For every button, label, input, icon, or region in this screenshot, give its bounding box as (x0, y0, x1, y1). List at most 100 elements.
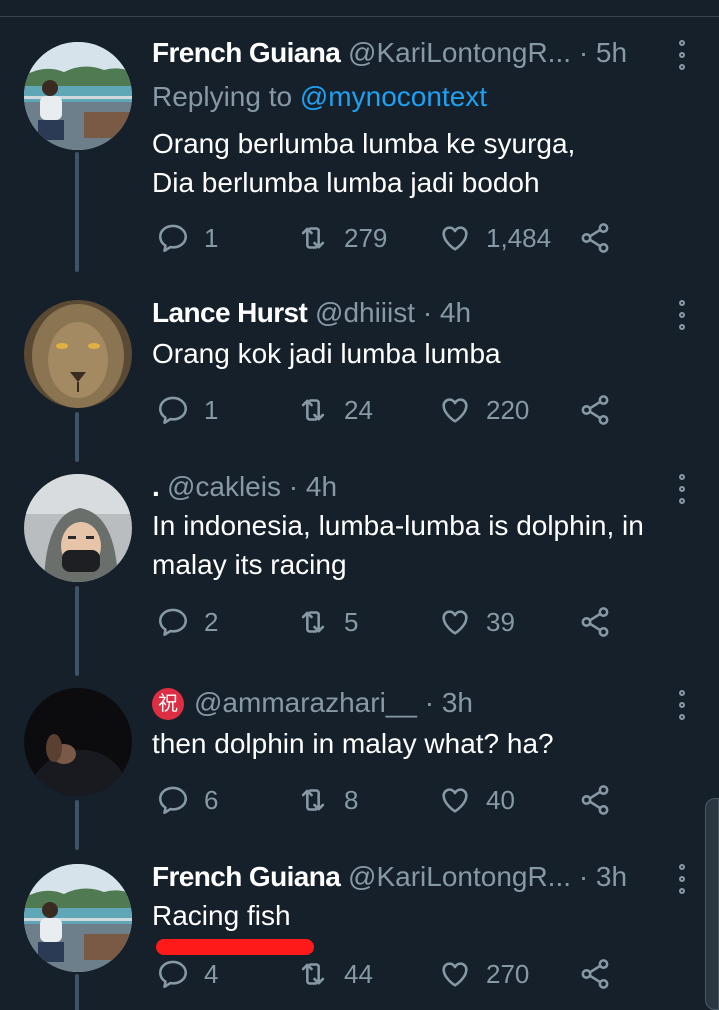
user-handle[interactable]: @dhiiist (315, 297, 415, 328)
avatar-lake-photo (24, 42, 132, 150)
avatar[interactable] (24, 300, 132, 408)
like-count: 220 (486, 394, 530, 425)
retweet-button[interactable]: 5 (296, 602, 358, 642)
timestamp[interactable]: 4h (440, 297, 471, 328)
user-handle[interactable]: @cakleis (167, 471, 281, 502)
avatar[interactable] (24, 688, 132, 796)
like-count: 270 (486, 958, 530, 989)
share-button[interactable] (578, 218, 626, 258)
share-button[interactable] (578, 602, 626, 642)
tweet[interactable]: French Guiana @KariLontongR... · 5h Repl… (0, 36, 719, 276)
user-handle[interactable]: @KariLontongR... (348, 861, 571, 892)
reply-button[interactable]: 4 (156, 954, 218, 994)
timestamp[interactable]: 3h (596, 861, 627, 892)
more-options-icon[interactable] (675, 864, 689, 894)
reply-count: 1 (204, 222, 219, 253)
display-name[interactable]: . (152, 471, 160, 502)
reply-button[interactable]: 1 (156, 218, 218, 258)
avatar[interactable] (24, 474, 132, 582)
share-button[interactable] (578, 780, 626, 820)
tweet-text-line: Racing fish (152, 900, 291, 931)
tweet-text-line: Dia berlumba lumba jadi bodoh (152, 167, 540, 198)
separator-dot: · (288, 471, 299, 502)
retweet-button[interactable]: 279 (296, 218, 387, 258)
avatar[interactable] (24, 42, 132, 150)
display-name[interactable]: Lance Hurst (152, 297, 308, 328)
more-options-icon[interactable] (675, 690, 689, 720)
like-button[interactable]: 40 (438, 780, 515, 820)
share-button[interactable] (578, 954, 626, 994)
user-handle[interactable]: @ammarazhari__ (194, 687, 417, 718)
tweet[interactable]: 祝 @ammarazhari__ · 3h then dolphin in mal… (0, 686, 719, 836)
tweet[interactable]: Lance Hurst @dhiiist · 4h Orang kok jadi… (0, 296, 719, 456)
tweet-text: Racing fish (152, 896, 689, 935)
retweet-icon (301, 963, 325, 985)
divider (0, 16, 719, 17)
avatar-dark-photo (24, 688, 132, 796)
avatar[interactable] (24, 864, 132, 972)
like-icon (442, 226, 468, 251)
like-count: 40 (486, 784, 515, 815)
tweet-text-line: then dolphin in malay what? ha? (152, 728, 554, 759)
reply-icon (158, 960, 188, 989)
separator-dot: · (424, 687, 435, 718)
more-options-icon[interactable] (675, 40, 689, 70)
tweet-header: . @cakleis · 4h (152, 470, 664, 504)
reply-button[interactable]: 1 (156, 390, 218, 430)
tweet-header: French Guiana @KariLontongR... · 3h (152, 860, 664, 894)
retweet-button[interactable]: 24 (296, 390, 373, 430)
like-icon (442, 398, 468, 423)
more-options-icon[interactable] (675, 300, 689, 330)
display-name[interactable]: French Guiana (152, 861, 341, 892)
avatar-lion-photo (24, 300, 132, 408)
timestamp[interactable]: 3h (442, 687, 473, 718)
retweet-button[interactable]: 8 (296, 780, 358, 820)
separator-dot: · (578, 861, 589, 892)
reply-count: 1 (204, 394, 219, 425)
timestamp[interactable]: 4h (306, 471, 337, 502)
share-button[interactable] (578, 390, 626, 430)
display-name-emoji[interactable]: 祝 (152, 688, 184, 720)
reply-icon (158, 224, 188, 253)
replying-to: Replying to @mynocontext (152, 80, 487, 114)
timestamp[interactable]: 5h (596, 37, 627, 68)
reply-icon (158, 396, 188, 425)
avatar-lake-photo (24, 864, 132, 972)
share-icon (581, 959, 609, 989)
tweet-text-line: malay its racing (152, 549, 347, 580)
action-bar: 4 44 270 (152, 954, 622, 994)
display-name[interactable]: French Guiana (152, 37, 341, 68)
like-button[interactable]: 1,484 (438, 218, 551, 258)
tweet-header: Lance Hurst @dhiiist · 4h (152, 296, 664, 330)
replying-label: Replying to (152, 81, 300, 112)
scrollbar-thumb[interactable] (705, 798, 719, 1010)
reply-count: 2 (204, 606, 219, 637)
user-handle[interactable]: @KariLontongR... (348, 37, 571, 68)
reply-count: 6 (204, 784, 219, 815)
reply-icon (158, 786, 188, 815)
retweet-count: 5 (344, 606, 359, 637)
action-bar: 6 8 40 (152, 780, 622, 820)
tweet-text: Orang kok jadi lumba lumba (152, 334, 689, 373)
retweet-icon (301, 789, 325, 811)
retweet-button[interactable]: 44 (296, 954, 373, 994)
reply-icon (158, 608, 188, 637)
replying-to-link[interactable]: @mynocontext (300, 81, 487, 112)
like-button[interactable]: 220 (438, 390, 529, 430)
separator-dot: · (422, 297, 433, 328)
more-options-icon[interactable] (675, 474, 689, 504)
like-button[interactable]: 270 (438, 954, 529, 994)
tweet-header: French Guiana @KariLontongR... · 5h (152, 36, 664, 70)
reply-button[interactable]: 2 (156, 602, 218, 642)
retweet-count: 44 (344, 958, 373, 989)
tweet[interactable]: French Guiana @KariLontongR... · 3h Raci… (0, 860, 719, 1010)
retweet-count: 279 (344, 222, 388, 253)
reply-button[interactable]: 6 (156, 780, 218, 820)
reply-thread: French Guiana @KariLontongR... · 5h Repl… (0, 0, 719, 1010)
tweet-text: Orang berlumba lumba ke syurga, Dia berl… (152, 124, 689, 202)
like-count: 1,484 (486, 222, 552, 253)
share-icon (581, 395, 609, 425)
like-button[interactable]: 39 (438, 602, 515, 642)
share-icon (581, 785, 609, 815)
tweet[interactable]: . @cakleis · 4h In indonesia, lumba-lumb… (0, 470, 719, 660)
